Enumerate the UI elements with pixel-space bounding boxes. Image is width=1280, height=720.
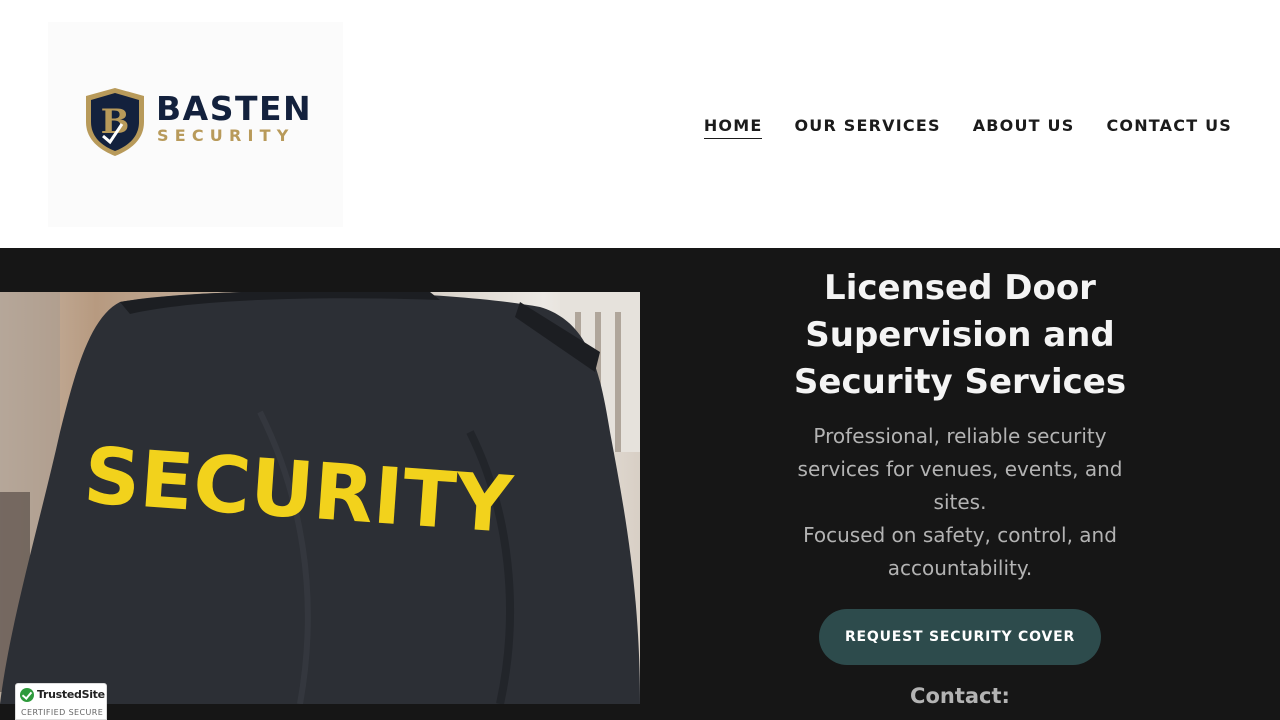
main-nav: HOME OUR SERVICES ABOUT US CONTACT US <box>703 116 1232 139</box>
hero-content: Licensed Door Supervision and Security S… <box>640 248 1280 720</box>
site-header: B BASTEN SECURITY HOME OUR SERVICES ABOU… <box>0 0 1280 248</box>
nav-contact-us[interactable]: CONTACT US <box>1106 116 1232 139</box>
hero-section: SECURITY Licensed Door Supervision and S… <box>0 248 1280 720</box>
checkmark-icon <box>20 688 34 702</box>
hero-title: Licensed Door Supervision and Security S… <box>793 268 1127 402</box>
nav-home[interactable]: HOME <box>703 116 763 139</box>
brand-name: BASTEN <box>156 89 313 128</box>
nav-about-us[interactable]: ABOUT US <box>973 116 1075 139</box>
badge-name: TrustedSite <box>37 688 105 701</box>
trustedsite-badge[interactable]: TrustedSite CERTIFIED SECURE <box>15 683 107 720</box>
hero-description: Professional, reliable security services… <box>640 420 1280 585</box>
shield-logo-icon: B <box>86 88 144 156</box>
request-security-cover-button[interactable]: REQUEST SECURITY COVER <box>819 609 1101 665</box>
hero-description-line-1: Professional, reliable security services… <box>797 424 1123 514</box>
contact-heading: Contact: <box>910 684 1010 708</box>
brand-tagline: SECURITY <box>157 126 295 145</box>
hero-photo-security-guard: SECURITY <box>0 292 640 704</box>
brand-logo[interactable]: B BASTEN SECURITY <box>48 22 343 227</box>
hero-description-line-2: Focused on safety, control, and accounta… <box>803 523 1117 580</box>
nav-our-services[interactable]: OUR SERVICES <box>794 116 940 139</box>
badge-subtitle: CERTIFIED SECURE <box>21 708 104 717</box>
